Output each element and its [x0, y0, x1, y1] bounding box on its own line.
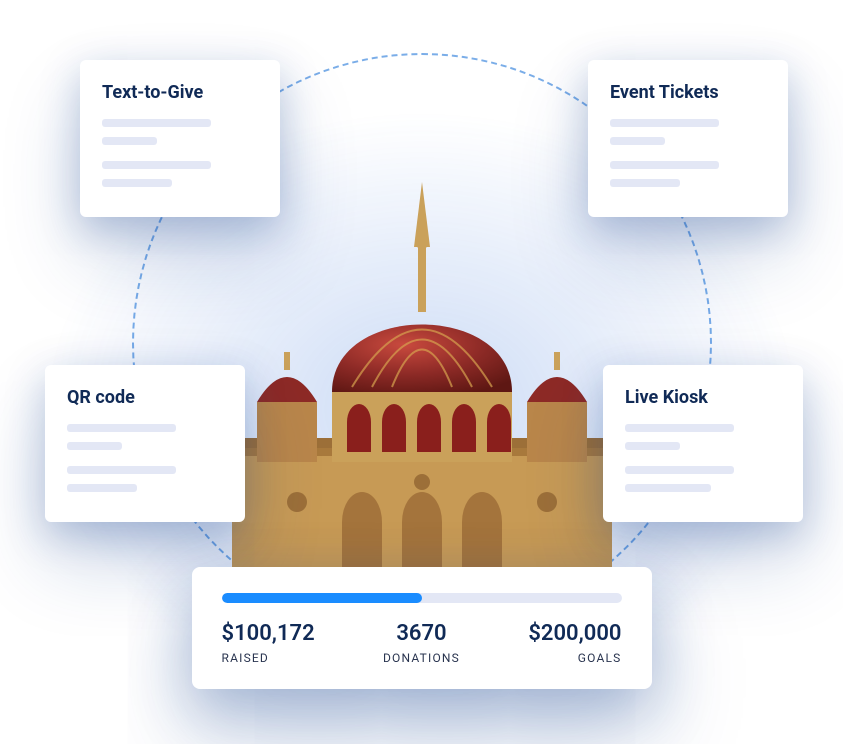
- placeholder-line: [102, 119, 211, 127]
- stat-label: DONATIONS: [383, 651, 460, 665]
- placeholder-line: [67, 424, 176, 432]
- placeholder-line: [625, 466, 734, 474]
- stat-label: GOALS: [528, 651, 621, 665]
- feature-card-event-tickets: Event Tickets: [588, 60, 788, 217]
- placeholder-line: [610, 179, 680, 187]
- stat-donations: 3670 DONATIONS: [383, 621, 460, 665]
- stat-raised: $100,172 RAISED: [222, 621, 315, 665]
- placeholder-line: [610, 137, 665, 145]
- stat-value: $200,000: [528, 621, 621, 647]
- stat-goals: $200,000 GOALS: [528, 621, 621, 665]
- card-title: Event Tickets: [610, 82, 766, 103]
- mosque-illustration: [192, 152, 652, 592]
- card-title: Live Kiosk: [625, 387, 781, 408]
- placeholder-line: [625, 424, 734, 432]
- placeholder-line: [610, 161, 719, 169]
- placeholder-line: [625, 484, 711, 492]
- placeholder-line: [625, 442, 680, 450]
- stat-label: RAISED: [222, 651, 315, 665]
- progress-bar: [222, 593, 622, 603]
- feature-card-qr-code: QR code: [45, 365, 245, 522]
- placeholder-line: [67, 442, 122, 450]
- card-title: QR code: [67, 387, 223, 408]
- stat-value: $100,172: [222, 621, 315, 647]
- feature-card-text-to-give: Text-to-Give: [80, 60, 280, 217]
- placeholder-line: [67, 484, 137, 492]
- feature-card-live-kiosk: Live Kiosk: [603, 365, 803, 522]
- placeholder-line: [102, 179, 172, 187]
- placeholder-line: [102, 137, 157, 145]
- placeholder-line: [67, 466, 176, 474]
- card-title: Text-to-Give: [102, 82, 258, 103]
- fundraising-stats-panel: $100,172 RAISED 3670 DONATIONS $200,000 …: [192, 567, 652, 689]
- stat-value: 3670: [383, 621, 460, 647]
- placeholder-line: [102, 161, 211, 169]
- placeholder-line: [610, 119, 719, 127]
- progress-bar-fill: [222, 593, 422, 603]
